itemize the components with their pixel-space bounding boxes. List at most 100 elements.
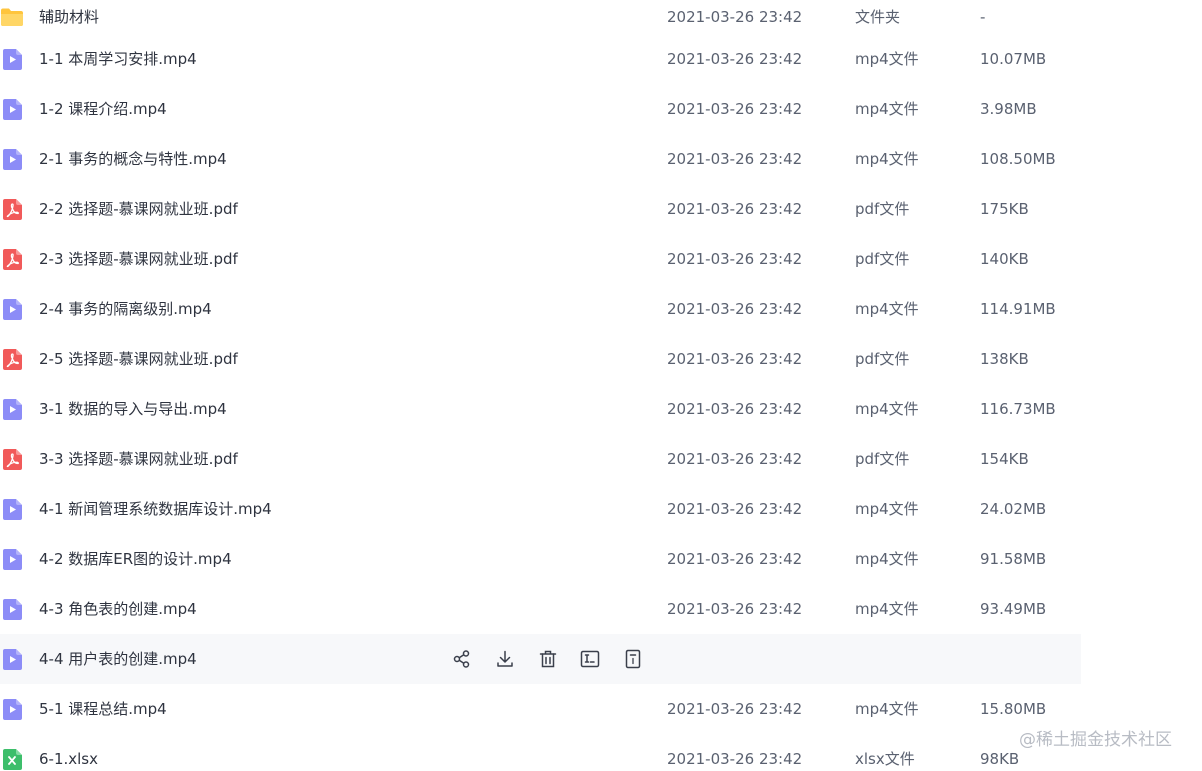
file-name[interactable]: 辅助材料 xyxy=(39,0,99,34)
file-name[interactable]: 2-3 选择题-慕课网就业班.pdf xyxy=(39,234,238,284)
video-file-icon xyxy=(3,599,22,620)
file-date: 2021-03-26 23:42 xyxy=(667,400,803,418)
file-type: pdf文件 xyxy=(855,250,910,268)
file-date: 2021-03-26 23:42 xyxy=(667,300,803,318)
file-size: 10.07MB xyxy=(980,50,1047,68)
file-size: 116.73MB xyxy=(980,400,1056,418)
pdf-file-icon xyxy=(3,449,22,470)
file-name[interactable]: 1-1 本周学习安排.mp4 xyxy=(39,34,197,84)
file-name[interactable]: 6-1.xlsx xyxy=(39,734,98,771)
video-file-icon xyxy=(3,99,22,120)
file-size: 114.91MB xyxy=(980,300,1056,318)
file-date: 2021-03-26 23:42 xyxy=(667,8,803,26)
file-date: 2021-03-26 23:42 xyxy=(667,150,803,168)
file-name[interactable]: 2-1 事务的概念与特性.mp4 xyxy=(39,134,227,184)
pdf-file-icon xyxy=(3,349,22,370)
file-date: 2021-03-26 23:42 xyxy=(667,450,803,468)
file-size: 175KB xyxy=(980,200,1029,218)
file-type: 文件夹 xyxy=(855,8,901,26)
file-size: 24.02MB xyxy=(980,500,1047,518)
file-type: pdf文件 xyxy=(855,200,910,218)
file-row[interactable]: 4-4 用户表的创建.mp4 xyxy=(0,634,1202,684)
delete-icon[interactable] xyxy=(538,649,558,669)
file-size: 91.58MB xyxy=(980,550,1047,568)
file-date: 2021-03-26 23:42 xyxy=(667,700,803,718)
file-date: 2021-03-26 23:42 xyxy=(667,550,803,568)
file-type: mp4文件 xyxy=(855,600,919,618)
video-file-icon xyxy=(3,649,22,670)
file-date: 2021-03-26 23:42 xyxy=(667,750,803,768)
file-size: 140KB xyxy=(980,250,1029,268)
file-size: 93.49MB xyxy=(980,600,1047,618)
video-file-icon xyxy=(3,699,22,720)
file-date: 2021-03-26 23:42 xyxy=(667,50,803,68)
pdf-file-icon xyxy=(3,249,22,270)
rename-icon[interactable] xyxy=(580,649,600,669)
file-browser: 辅助材料 2021-03-26 23:42 文件夹 - 1-1 本周学习安排.mp4 20… xyxy=(0,0,1202,771)
file-size: 108.50MB xyxy=(980,150,1056,168)
file-list: 辅助材料 2021-03-26 23:42 文件夹 - 1-1 本周学习安排.mp4 20… xyxy=(0,0,1202,771)
file-name[interactable]: 4-4 用户表的创建.mp4 xyxy=(39,634,197,684)
file-name[interactable]: 3-3 选择题-慕课网就业班.pdf xyxy=(39,434,238,484)
file-row[interactable]: 3-1 数据的导入与导出.mp4 2021-03-26 23:42 mp4文件 116… xyxy=(0,384,1202,434)
file-type: mp4文件 xyxy=(855,300,919,318)
file-type: mp4文件 xyxy=(855,550,919,568)
file-type: mp4文件 xyxy=(855,50,919,68)
file-type: mp4文件 xyxy=(855,100,919,118)
file-size: 15.80MB xyxy=(980,700,1047,718)
file-type: mp4文件 xyxy=(855,150,919,168)
file-size: 3.98MB xyxy=(980,100,1037,118)
file-type: xlsx文件 xyxy=(855,750,915,768)
file-row[interactable]: 2-4 事务的隔离级别.mp4 2021-03-26 23:42 mp4文件 114.… xyxy=(0,284,1202,334)
file-row[interactable]: 辅助材料 2021-03-26 23:42 文件夹 - xyxy=(0,0,1202,34)
file-row[interactable]: 1-1 本周学习安排.mp4 2021-03-26 23:42 mp4文件 10.07… xyxy=(0,34,1202,84)
file-row[interactable]: 5-1 课程总结.mp4 2021-03-26 23:42 mp4文件 15.80MB xyxy=(0,684,1202,734)
file-type: mp4文件 xyxy=(855,400,919,418)
file-name[interactable]: 3-1 数据的导入与导出.mp4 xyxy=(39,384,227,434)
file-row[interactable]: 2-1 事务的概念与特性.mp4 2021-03-26 23:42 mp4文件 108… xyxy=(0,134,1202,184)
video-file-icon xyxy=(3,549,22,570)
file-row[interactable]: 2-3 选择题-慕课网就业班.pdf 2021-03-26 23:42 pdf文件 1… xyxy=(0,234,1202,284)
file-size: 138KB xyxy=(980,350,1029,368)
file-date: 2021-03-26 23:42 xyxy=(667,200,803,218)
file-row[interactable]: 3-3 选择题-慕课网就业班.pdf 2021-03-26 23:42 pdf文件 1… xyxy=(0,434,1202,484)
video-file-icon xyxy=(3,49,22,70)
file-type: mp4文件 xyxy=(855,500,919,518)
file-date: 2021-03-26 23:42 xyxy=(667,350,803,368)
file-name[interactable]: 4-3 角色表的创建.mp4 xyxy=(39,584,197,634)
file-row[interactable]: 2-2 选择题-慕课网就业班.pdf 2021-03-26 23:42 pdf文件 1… xyxy=(0,184,1202,234)
file-type: mp4文件 xyxy=(855,700,919,718)
download-icon[interactable] xyxy=(495,649,515,669)
more-icon[interactable] xyxy=(623,649,643,669)
file-name[interactable]: 2-4 事务的隔离级别.mp4 xyxy=(39,284,212,334)
file-size: 98KB xyxy=(980,750,1020,768)
video-file-icon xyxy=(3,299,22,320)
file-size: 154KB xyxy=(980,450,1029,468)
share-icon[interactable] xyxy=(452,649,472,669)
file-name[interactable]: 4-1 新闻管理系统数据库设计.mp4 xyxy=(39,484,272,534)
file-row[interactable]: 1-2 课程介绍.mp4 2021-03-26 23:42 mp4文件 3.98MB xyxy=(0,84,1202,134)
file-size: - xyxy=(980,8,986,26)
video-file-icon xyxy=(3,499,22,520)
file-type: pdf文件 xyxy=(855,350,910,368)
video-file-icon xyxy=(3,149,22,170)
file-date: 2021-03-26 23:42 xyxy=(667,500,803,518)
excel-file-icon xyxy=(3,749,22,770)
file-name[interactable]: 2-2 选择题-慕课网就业班.pdf xyxy=(39,184,238,234)
file-date: 2021-03-26 23:42 xyxy=(667,600,803,618)
file-name[interactable]: 2-5 选择题-慕课网就业班.pdf xyxy=(39,334,238,384)
file-row[interactable]: 4-3 角色表的创建.mp4 2021-03-26 23:42 mp4文件 93.49… xyxy=(0,584,1202,634)
watermark: @稀土掘金技术社区 xyxy=(1019,730,1172,750)
file-name[interactable]: 1-2 课程介绍.mp4 xyxy=(39,84,167,134)
file-row[interactable]: 2-5 选择题-慕课网就业班.pdf 2021-03-26 23:42 pdf文件 1… xyxy=(0,334,1202,384)
folder-icon xyxy=(0,7,24,27)
file-name[interactable]: 5-1 课程总结.mp4 xyxy=(39,684,167,734)
pdf-file-icon xyxy=(3,199,22,220)
file-date: 2021-03-26 23:42 xyxy=(667,100,803,118)
file-name[interactable]: 4-2 数据库ER图的设计.mp4 xyxy=(39,534,232,584)
file-row[interactable]: 4-2 数据库ER图的设计.mp4 2021-03-26 23:42 mp4文件 91… xyxy=(0,534,1202,584)
video-file-icon xyxy=(3,399,22,420)
file-row[interactable]: 4-1 新闻管理系统数据库设计.mp4 2021-03-26 23:42 mp4文件… xyxy=(0,484,1202,534)
file-type: pdf文件 xyxy=(855,450,910,468)
file-date: 2021-03-26 23:42 xyxy=(667,250,803,268)
